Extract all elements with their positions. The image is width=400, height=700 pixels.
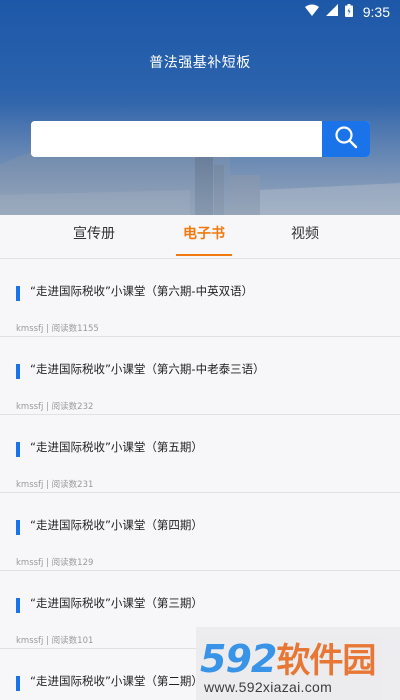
tab-brochure[interactable]: 宣传册	[49, 215, 139, 259]
list-item-meta: kmssfj | 阅读数101	[16, 636, 94, 646]
search-bar	[31, 121, 370, 157]
watermark-logo: 592软件园	[200, 633, 376, 682]
list-item-meta: kmssfj | 阅读数129	[16, 558, 94, 568]
list-item-marker	[16, 676, 20, 691]
list-item-title: “走进国际税收”小课堂（第六期-中老泰三语）	[30, 362, 265, 376]
list-item-meta: kmssfj | 阅读数231	[16, 480, 94, 490]
page-title: 普法强基补短板	[149, 55, 251, 71]
list-item-meta: kmssfj | 阅读数1155	[16, 324, 99, 334]
wifi-icon	[304, 4, 319, 20]
list-item[interactable]: “走进国际税收”小课堂（第六期-中老泰三语） kmssfj | 阅读数232	[0, 337, 400, 415]
status-bar: 9:35	[0, 0, 400, 24]
search-button[interactable]	[322, 121, 370, 157]
tab-bar: 宣传册 电子书 视频	[0, 215, 400, 259]
watermark-logo-number: 592	[200, 637, 277, 681]
list-item-marker	[16, 442, 20, 457]
tab-ebook[interactable]: 电子书	[159, 215, 249, 259]
list-item[interactable]: “走进国际税收”小课堂（第四期） kmssfj | 阅读数129	[0, 493, 400, 571]
list-item-title: “走进国际税收”小课堂（第三期）	[30, 596, 203, 610]
search-icon	[334, 125, 358, 153]
watermark-logo-text: 软件园	[276, 641, 376, 681]
list-item-marker	[16, 364, 20, 379]
list-item-marker	[16, 598, 20, 613]
site-watermark: 592软件园 www.592xiazai.com	[196, 627, 400, 700]
list-item-meta: kmssfj | 阅读数232	[16, 402, 94, 412]
search-input[interactable]	[31, 121, 322, 157]
status-time: 9:35	[362, 4, 390, 20]
list-item-marker	[16, 520, 20, 535]
header-banner: 9:35 普法强基补短板	[0, 0, 400, 215]
list-item-title: “走进国际税收”小课堂（第六期-中英双语）	[30, 284, 254, 298]
list-item[interactable]: “走进国际税收”小课堂（第六期-中英双语） kmssfj | 阅读数1155	[0, 259, 400, 337]
list-item-title: “走进国际税收”小课堂（第四期）	[30, 518, 203, 532]
watermark-url: www.592xiazai.com	[204, 679, 333, 695]
list-item[interactable]: “走进国际税收”小课堂（第五期） kmssfj | 阅读数231	[0, 415, 400, 493]
list-item-marker	[16, 286, 20, 301]
tab-label: 宣传册	[73, 226, 115, 242]
tab-video[interactable]: 视频	[260, 215, 350, 259]
signal-icon	[325, 4, 338, 20]
list-item-title: “走进国际税收”小课堂（第二期）	[30, 674, 203, 688]
tab-label: 电子书	[183, 226, 225, 242]
list-item-title: “走进国际税收”小课堂（第五期）	[30, 440, 203, 454]
active-tab-indicator	[176, 254, 232, 256]
battery-icon	[344, 3, 353, 21]
tab-label: 视频	[291, 226, 319, 242]
